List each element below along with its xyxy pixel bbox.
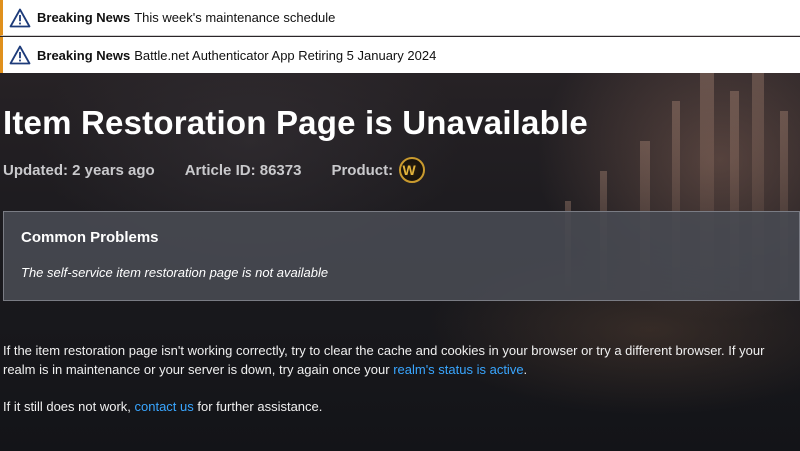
product-label: Product: xyxy=(331,161,394,179)
breaking-news-text[interactable]: This week's maintenance schedule xyxy=(134,10,335,25)
breaking-news-label: Breaking News xyxy=(37,10,131,25)
article-meta: Updated: 2 years ago Article ID: 86373 P… xyxy=(3,155,431,185)
breaking-news-banner[interactable]: Breaking News This week's maintenance sch… xyxy=(0,0,800,36)
body-paragraph: If the item restoration page isn't worki… xyxy=(3,343,765,377)
breaking-news-label: Breaking News xyxy=(37,47,131,63)
body-paragraph: If it still does not work, contact us fo… xyxy=(3,399,323,414)
updated-date: Updated: 2 years ago xyxy=(3,161,155,179)
warning-icon xyxy=(3,0,37,36)
breaking-news-text[interactable]: Battle.net Authenticator App Retiring 5 … xyxy=(134,48,436,63)
contact-us-link[interactable]: contact us xyxy=(135,399,194,414)
article-id: Article ID: 86373 xyxy=(184,161,302,179)
common-problems-panel: Common Problems The self-service item re… xyxy=(3,211,800,301)
world-of-warcraft-icon[interactable]: W xyxy=(399,157,426,183)
common-problems-heading: Common Problems xyxy=(21,229,159,246)
common-problem-item: The self-service item restoration page i… xyxy=(21,265,329,280)
article-body: If the item restoration page isn't worki… xyxy=(3,341,800,416)
breaking-news-banner[interactable]: Breaking News Battle.net Authenticator Ap… xyxy=(0,37,800,73)
page-title: Item Restoration Page is Unavailable xyxy=(3,104,588,141)
product-info: Product: W xyxy=(331,157,431,183)
warning-icon xyxy=(3,37,37,73)
realm-status-link[interactable]: realm's status is active xyxy=(393,362,523,377)
